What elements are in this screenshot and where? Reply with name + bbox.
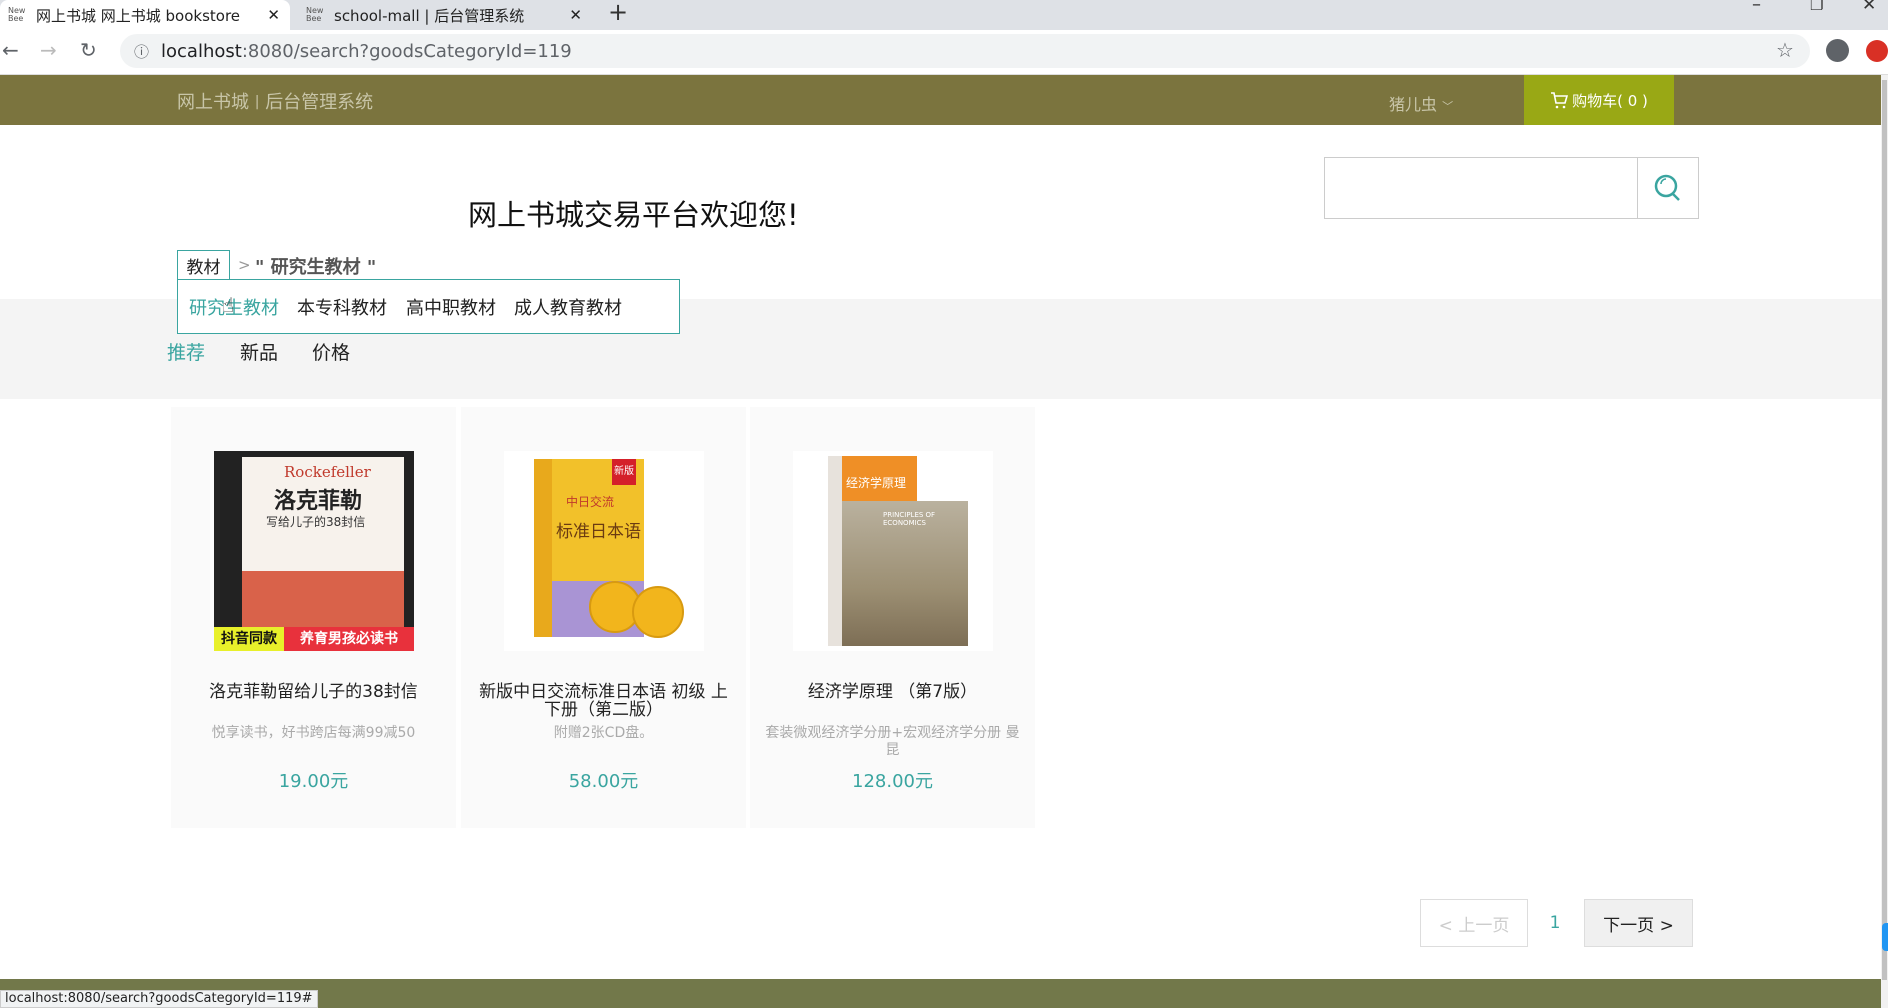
product-card[interactable]: 经济学原理 PRINCIPLES OF ECONOMICS 经济学原理 （第7版… bbox=[750, 407, 1035, 828]
favicon-icon: New Bee bbox=[8, 6, 26, 23]
search-icon bbox=[1654, 174, 1680, 201]
product-title[interactable]: 洛克菲勒留给儿子的38封信 bbox=[181, 683, 446, 701]
close-window-icon[interactable]: ✕ bbox=[1862, 0, 1876, 15]
product-desc: 附赠2张CD盘。 bbox=[553, 725, 654, 741]
cart-icon bbox=[1551, 91, 1569, 108]
product-price: 58.00元 bbox=[568, 771, 639, 792]
scrollbar-thumb[interactable] bbox=[1882, 80, 1887, 980]
search-input[interactable] bbox=[1324, 157, 1638, 219]
favicon-icon: New Bee bbox=[306, 6, 324, 23]
breadcrumb-current: " 研究生教材 " bbox=[255, 257, 377, 278]
product-price: 128.00元 bbox=[852, 771, 933, 792]
new-tab-icon[interactable]: + bbox=[608, 0, 628, 26]
close-tab-icon[interactable]: ✕ bbox=[569, 6, 582, 24]
subcategory-item[interactable]: 成人教育教材 bbox=[514, 294, 622, 320]
product-image[interactable]: 经济学原理 PRINCIPLES OF ECONOMICS bbox=[793, 451, 993, 651]
subcategory-item[interactable]: 本专科教材 bbox=[297, 294, 387, 320]
product-desc: 套装微观经济学分册+宏观经济学分册 曼昆 bbox=[765, 725, 1020, 758]
breadcrumb-separator: > bbox=[238, 256, 251, 274]
site-title[interactable]: 网上书城 | 后台管理系统 bbox=[177, 88, 373, 114]
profile-icon[interactable] bbox=[1826, 39, 1849, 62]
subcategory-item[interactable]: 高中职教材 bbox=[406, 294, 496, 320]
product-card[interactable]: 新版 中日交流 标准日本语 新版中日交流标准日本语 初级 上下册（第二版） 附赠… bbox=[461, 407, 746, 828]
welcome-heading: 网上书城交易平台欢迎您! bbox=[468, 198, 799, 232]
address-bar[interactable]: ⓘ localhost:8080/search?goodsCategoryId=… bbox=[120, 34, 1810, 68]
page-number[interactable]: 1 bbox=[1540, 899, 1570, 947]
minimize-icon[interactable]: – bbox=[1752, 0, 1761, 15]
restore-icon[interactable]: ❐ bbox=[1810, 0, 1823, 14]
browser-tab-bookstore[interactable]: New Bee 网上书城 网上书城 bookstore ✕ bbox=[0, 0, 290, 30]
sort-tab-new[interactable]: 新品 bbox=[240, 338, 278, 365]
product-desc: 悦享读书，好书跨店每满99减50 bbox=[211, 725, 416, 741]
chevron-down-icon: ﹀ bbox=[1442, 100, 1454, 113]
breadcrumb-root[interactable]: 教材 bbox=[177, 250, 230, 279]
product-card[interactable]: Rockefeller 洛克菲勒 写给儿子的38封信 抖音同款 养育男孩必读书 … bbox=[171, 407, 456, 828]
product-image[interactable]: 新版 中日交流 标准日本语 bbox=[504, 451, 704, 651]
browser-tab-admin[interactable]: New Bee school-mall | 后台管理系统 ✕ bbox=[298, 0, 592, 30]
reload-icon[interactable]: ↻ bbox=[80, 38, 97, 62]
side-widget-tab[interactable] bbox=[1882, 923, 1888, 951]
cart-button[interactable]: 购物车( 0 ) bbox=[1524, 75, 1674, 125]
product-price: 19.00元 bbox=[278, 771, 349, 792]
url-host: localhost bbox=[161, 40, 242, 62]
extension-icon[interactable] bbox=[1866, 40, 1888, 62]
product-image[interactable]: Rockefeller 洛克菲勒 写给儿子的38封信 抖音同款 养育男孩必读书 bbox=[214, 451, 414, 651]
tab-title: school-mall | 后台管理系统 bbox=[334, 6, 525, 25]
sort-tab-recommend[interactable]: 推荐 bbox=[167, 338, 205, 365]
next-page-button[interactable]: 下一页 > bbox=[1584, 899, 1693, 947]
product-title[interactable]: 新版中日交流标准日本语 初级 上下册（第二版） bbox=[471, 683, 736, 719]
sort-tab-price[interactable]: 价格 bbox=[312, 338, 350, 365]
info-icon: ⓘ bbox=[134, 42, 150, 61]
status-bar-url: localhost:8080/search?goodsCategoryId=11… bbox=[0, 990, 318, 1008]
bookmark-star-icon[interactable]: ☆ bbox=[1776, 38, 1794, 62]
tab-title: 网上书城 网上书城 bookstore bbox=[36, 6, 241, 25]
product-title[interactable]: 经济学原理 （第7版） bbox=[760, 683, 1025, 701]
forward-icon[interactable]: → bbox=[40, 38, 57, 62]
user-menu[interactable]: 猪儿虫 ﹀ bbox=[1389, 91, 1453, 115]
back-icon[interactable]: ← bbox=[2, 38, 19, 62]
search-button[interactable] bbox=[1637, 157, 1699, 219]
username: 猪儿虫 bbox=[1389, 95, 1438, 114]
hand-cursor-icon: ☝ bbox=[222, 293, 235, 317]
url-path: :8080/search?goodsCategoryId=119 bbox=[241, 40, 572, 62]
close-tab-icon[interactable]: ✕ bbox=[267, 6, 280, 24]
prev-page-button[interactable]: < 上一页 bbox=[1420, 899, 1528, 947]
